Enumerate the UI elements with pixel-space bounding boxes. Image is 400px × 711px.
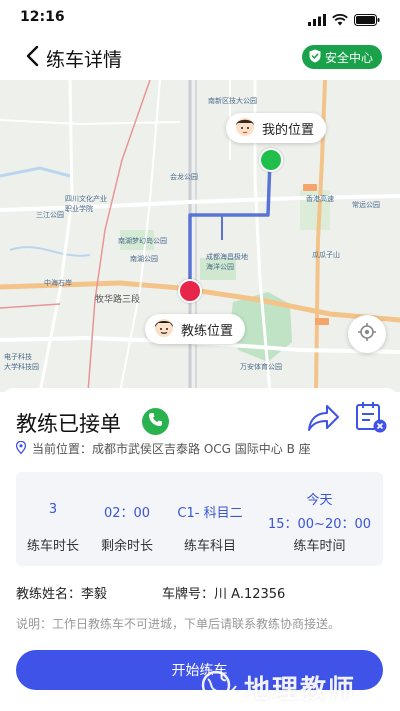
order-status-title: 教练已接单 xyxy=(16,412,121,436)
map-label: 瓜瓜子山 xyxy=(312,251,340,259)
page-title: 练车详情 xyxy=(46,49,123,71)
safety-center-button[interactable]: 安全中心 xyxy=(301,45,382,69)
my-location-marker[interactable] xyxy=(259,148,283,172)
coach-avatar-icon xyxy=(153,316,175,342)
chevron-left-icon xyxy=(25,45,39,71)
watermark-text: 地理教师 xyxy=(244,674,357,705)
map-label: 南湖公园 xyxy=(130,255,158,263)
watermark: 地理教师 xyxy=(198,667,398,707)
map-label: 牧华路三段 xyxy=(95,295,141,305)
map-label: 香港高速 xyxy=(306,195,334,203)
safety-center-label: 安全中心 xyxy=(324,50,373,65)
stat-subject: C1- 科目二 练车科目 xyxy=(166,472,254,566)
map-label: 南新区技大公园 xyxy=(208,97,257,105)
coach-location-callout: 教练位置 xyxy=(145,314,246,344)
coach-name: 李毅 xyxy=(81,587,108,602)
stat-time: 今天 15：00~20：00 练车时间 xyxy=(256,472,383,566)
order-note: 说明：工作日教练车不可进城，下单后请联系教练协商接送。 xyxy=(16,617,341,631)
my-location-label: 我的位置 xyxy=(262,122,315,138)
time-day: 今天 xyxy=(306,493,333,508)
remaining-label: 剩余时长 xyxy=(100,539,153,554)
shield-check-icon xyxy=(309,49,321,66)
lesson-stats: 3 练车时长 02：00 剩余时长 C1- 科目二 练车科目 今天 15：00~… xyxy=(16,472,383,566)
user-avatar-icon xyxy=(234,115,256,141)
subject-value: C1- 科目二 xyxy=(177,506,243,521)
time-label: 练车时间 xyxy=(293,539,346,554)
map-label: 会龙公园 xyxy=(170,173,198,181)
coach-location-label: 教练位置 xyxy=(181,323,234,339)
order-panel: 教练已接单 当前位置：成都市武侯区吉泰路 OCG 国际中心 B 座 3 练车时长… xyxy=(0,388,400,711)
location-pin-icon xyxy=(15,440,27,457)
status-icons xyxy=(308,11,380,30)
remaining-value: 02：00 xyxy=(103,506,151,521)
status-time: 12:16 xyxy=(20,9,65,25)
calendar-cancel-icon xyxy=(354,402,388,438)
map-label: 万安体育公园 xyxy=(240,363,282,371)
current-location-prefix: 当前位置： xyxy=(32,442,93,456)
plate-number: 川 A.12356 xyxy=(214,587,286,602)
locate-button[interactable] xyxy=(348,315,386,353)
coach-name-label: 教练姓名： xyxy=(16,587,82,602)
map-label: 电子科技 大学科技园 xyxy=(4,353,39,371)
stat-duration: 3 练车时长 xyxy=(16,472,90,566)
battery-icon xyxy=(354,11,380,30)
plate-label: 车牌号： xyxy=(162,587,215,602)
call-coach-button[interactable] xyxy=(142,408,169,435)
globe-logo-icon xyxy=(198,668,238,706)
map-view[interactable]: 南新区技大公园 会龙公园 四川文化产业 职业学院 三江公园 南湖梦幻岛公园 成都… xyxy=(0,80,400,392)
nav-bar: 练车详情 安全中心 xyxy=(0,36,400,80)
map-label: 成都海昌极地 海洋公园 xyxy=(206,253,248,271)
cancel-schedule-button[interactable] xyxy=(354,400,388,434)
current-location-row: 当前位置：成都市武侯区吉泰路 OCG 国际中心 B 座 xyxy=(15,440,311,457)
wifi-icon xyxy=(332,11,348,30)
share-button[interactable] xyxy=(306,402,340,434)
current-location-text: 成都市武侯区吉泰路 OCG 国际中心 B 座 xyxy=(92,442,311,456)
map-label: 四川文化产业 职业学院 xyxy=(65,195,107,213)
crosshair-icon xyxy=(357,322,377,346)
map-label: 中海右岸 xyxy=(44,279,72,287)
stat-remaining: 02：00 剩余时长 xyxy=(90,472,164,566)
signal-icon xyxy=(308,11,326,30)
subject-label: 练车科目 xyxy=(183,539,236,554)
coach-name-row: 教练姓名：李毅 xyxy=(16,583,107,602)
map-label: 常远公园 xyxy=(352,201,380,209)
map-background xyxy=(0,80,400,392)
my-location-callout: 我的位置 xyxy=(226,113,327,143)
map-label: 三江公园 xyxy=(36,211,64,219)
duration-value: 3 xyxy=(48,502,58,517)
coach-location-marker[interactable] xyxy=(178,279,202,303)
share-arrow-icon xyxy=(306,405,340,438)
time-range: 15：00~20：00 xyxy=(267,517,372,532)
plate-row: 车牌号：川 A.12356 xyxy=(162,583,285,602)
phone-icon xyxy=(148,412,163,431)
duration-label: 练车时长 xyxy=(26,539,79,554)
back-button[interactable] xyxy=(18,44,46,72)
status-bar: 12:16 xyxy=(0,0,400,36)
map-label: 南湖梦幻岛公园 xyxy=(118,237,167,245)
